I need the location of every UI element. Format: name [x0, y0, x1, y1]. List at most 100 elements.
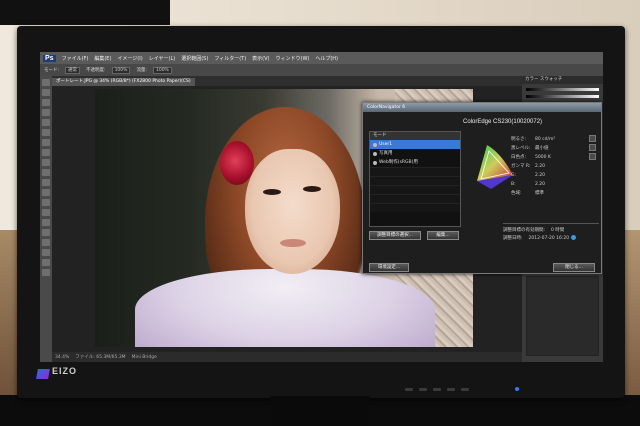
- photo-kimono: [135, 269, 435, 347]
- document-tabs: ポートレート.JPG @ 34% (RGB/8*) (FX2800 Photo …: [52, 76, 522, 86]
- opacity-label: 不透明度:: [86, 68, 106, 73]
- type-tool-icon[interactable]: [42, 229, 50, 236]
- move-tool-icon[interactable]: [42, 79, 50, 86]
- info-value: 80 cd/m²: [535, 137, 556, 142]
- color-slider[interactable]: [526, 95, 599, 98]
- doc-size: ファイル: 65.3M/65.3M: [75, 355, 126, 360]
- info-values: 80 cd/m² 最小値 5000 K 2.20 2.20 2.20 標準: [535, 135, 577, 198]
- path-select-tool-icon[interactable]: [42, 239, 50, 246]
- mode-empty-row: [370, 194, 460, 203]
- calibration-value: 0 時間: [551, 228, 565, 233]
- mini-bridge-tab[interactable]: Mini Bridge: [132, 355, 157, 360]
- info-value: 2.20: [535, 173, 546, 178]
- photo-eye: [263, 189, 281, 195]
- menu-file[interactable]: ファイル(F): [62, 55, 89, 62]
- mode-empty-row: [370, 176, 460, 185]
- menu-view[interactable]: 表示(V): [252, 55, 269, 62]
- info-side-button[interactable]: [589, 153, 596, 160]
- eizo-logo-text: EIZO: [52, 366, 78, 376]
- menu-help[interactable]: ヘルプ(H): [315, 55, 338, 62]
- front-button[interactable]: [433, 388, 441, 391]
- mode-empty-row: [370, 203, 460, 212]
- calibration-row: 調整目標の有効期間: 0 時間: [503, 227, 599, 235]
- hand-tool-icon[interactable]: [42, 259, 50, 266]
- eraser-tool-icon[interactable]: [42, 179, 50, 186]
- menu-edit[interactable]: 編集(E): [94, 55, 111, 62]
- power-led-icon: [515, 387, 519, 391]
- options-bar: モード: 通常 不透明度: 100% 流量: 100%: [40, 64, 603, 76]
- healing-tool-icon[interactable]: [42, 139, 50, 146]
- screen: Ps ファイル(F) 編集(E) イメージ(I) レイヤー(L) 選択範囲(S)…: [40, 52, 603, 362]
- mode-label: モード:: [44, 68, 60, 73]
- color-panel-header[interactable]: カラー スウォッチ: [522, 76, 603, 84]
- shape-tool-icon[interactable]: [42, 249, 50, 256]
- status-bar: 34.4% ファイル: 65.3M/65.3M Mini Bridge: [52, 352, 522, 362]
- pen-tool-icon[interactable]: [42, 219, 50, 226]
- mode-item-label: 写真用: [379, 151, 393, 156]
- flow-input[interactable]: 100%: [152, 66, 172, 74]
- quick-select-tool-icon[interactable]: [42, 109, 50, 116]
- calibration-value: 2012-07-20 16:20: [528, 236, 570, 241]
- select-target-button[interactable]: 調整目標の選択...: [369, 231, 421, 240]
- zoom-tool-icon[interactable]: [42, 269, 50, 276]
- info-value: 標準: [535, 191, 544, 196]
- menu-select[interactable]: 選択範囲(S): [181, 55, 208, 62]
- flow-label: 流量:: [136, 68, 147, 73]
- marquee-tool-icon[interactable]: [42, 89, 50, 96]
- info-side-button[interactable]: [589, 144, 596, 151]
- monitor-stand: [270, 396, 370, 426]
- calibration-row: 調整日時: 2012-07-20 16:20: [503, 235, 599, 243]
- monitor-model-label: ColorEdge CS230(10020072): [463, 119, 543, 125]
- mode-item[interactable]: 写真用: [370, 149, 460, 158]
- info-side-button[interactable]: [589, 135, 596, 142]
- gradient-tool-icon[interactable]: [42, 189, 50, 196]
- photo-red-flower: [220, 141, 254, 185]
- menu-layer[interactable]: レイヤー(L): [149, 55, 176, 62]
- zoom-level[interactable]: 34.4%: [55, 355, 69, 360]
- photo-face: [245, 149, 340, 274]
- info-value: 5000 K: [535, 155, 551, 160]
- document-tab[interactable]: ポートレート.JPG @ 34% (RGB/8*) (FX2800 Photo …: [52, 78, 195, 86]
- crop-tool-icon[interactable]: [42, 119, 50, 126]
- speaker: [0, 0, 170, 25]
- info-side-buttons: [589, 135, 597, 162]
- dodge-tool-icon[interactable]: [42, 209, 50, 216]
- mode-radio-icon: [373, 151, 377, 156]
- front-button[interactable]: [419, 388, 427, 391]
- menu-image[interactable]: イメージ(I): [117, 55, 142, 62]
- photo-lips: [280, 239, 306, 247]
- clone-stamp-tool-icon[interactable]: [42, 159, 50, 166]
- dialog-titlebar[interactable]: ColorNavigator 6: [363, 103, 601, 112]
- layers-panel[interactable]: [526, 276, 599, 356]
- opacity-input[interactable]: 100%: [111, 66, 131, 74]
- mode-item[interactable]: User1: [370, 140, 460, 149]
- preferences-button[interactable]: 環境設定...: [369, 263, 409, 272]
- lasso-tool-icon[interactable]: [42, 99, 50, 106]
- mode-list-header: モード: [370, 132, 460, 140]
- close-button[interactable]: 閉じる...: [553, 263, 595, 272]
- tools-panel: [40, 76, 52, 362]
- blur-tool-icon[interactable]: [42, 199, 50, 206]
- front-button[interactable]: [447, 388, 455, 391]
- calibration-status-icon: [571, 235, 576, 240]
- edit-button[interactable]: 編集...: [427, 231, 459, 240]
- photoshop-logo: Ps: [43, 54, 56, 62]
- monitor-front-buttons: [405, 388, 469, 391]
- photo-eye: [303, 186, 321, 192]
- brush-tool-icon[interactable]: [42, 149, 50, 156]
- front-button[interactable]: [461, 388, 469, 391]
- eyedropper-tool-icon[interactable]: [42, 129, 50, 136]
- info-value: 2.20: [535, 182, 546, 187]
- history-brush-tool-icon[interactable]: [42, 169, 50, 176]
- mode-radio-icon: [373, 160, 377, 165]
- front-button[interactable]: [405, 388, 413, 391]
- mode-list: モード User1 写真用 Web制作(sRGB)用: [369, 131, 461, 227]
- mode-select[interactable]: 通常: [65, 66, 81, 74]
- calibration-label: 調整日時:: [503, 236, 523, 241]
- mode-item[interactable]: Web制作(sRGB)用: [370, 158, 460, 167]
- menu-window[interactable]: ウィンドウ(W): [276, 55, 310, 62]
- mode-empty-row: [370, 167, 460, 176]
- eizo-logo-mark: [36, 369, 50, 379]
- menu-filter[interactable]: フィルター(T): [214, 55, 246, 62]
- color-slider[interactable]: [526, 88, 599, 91]
